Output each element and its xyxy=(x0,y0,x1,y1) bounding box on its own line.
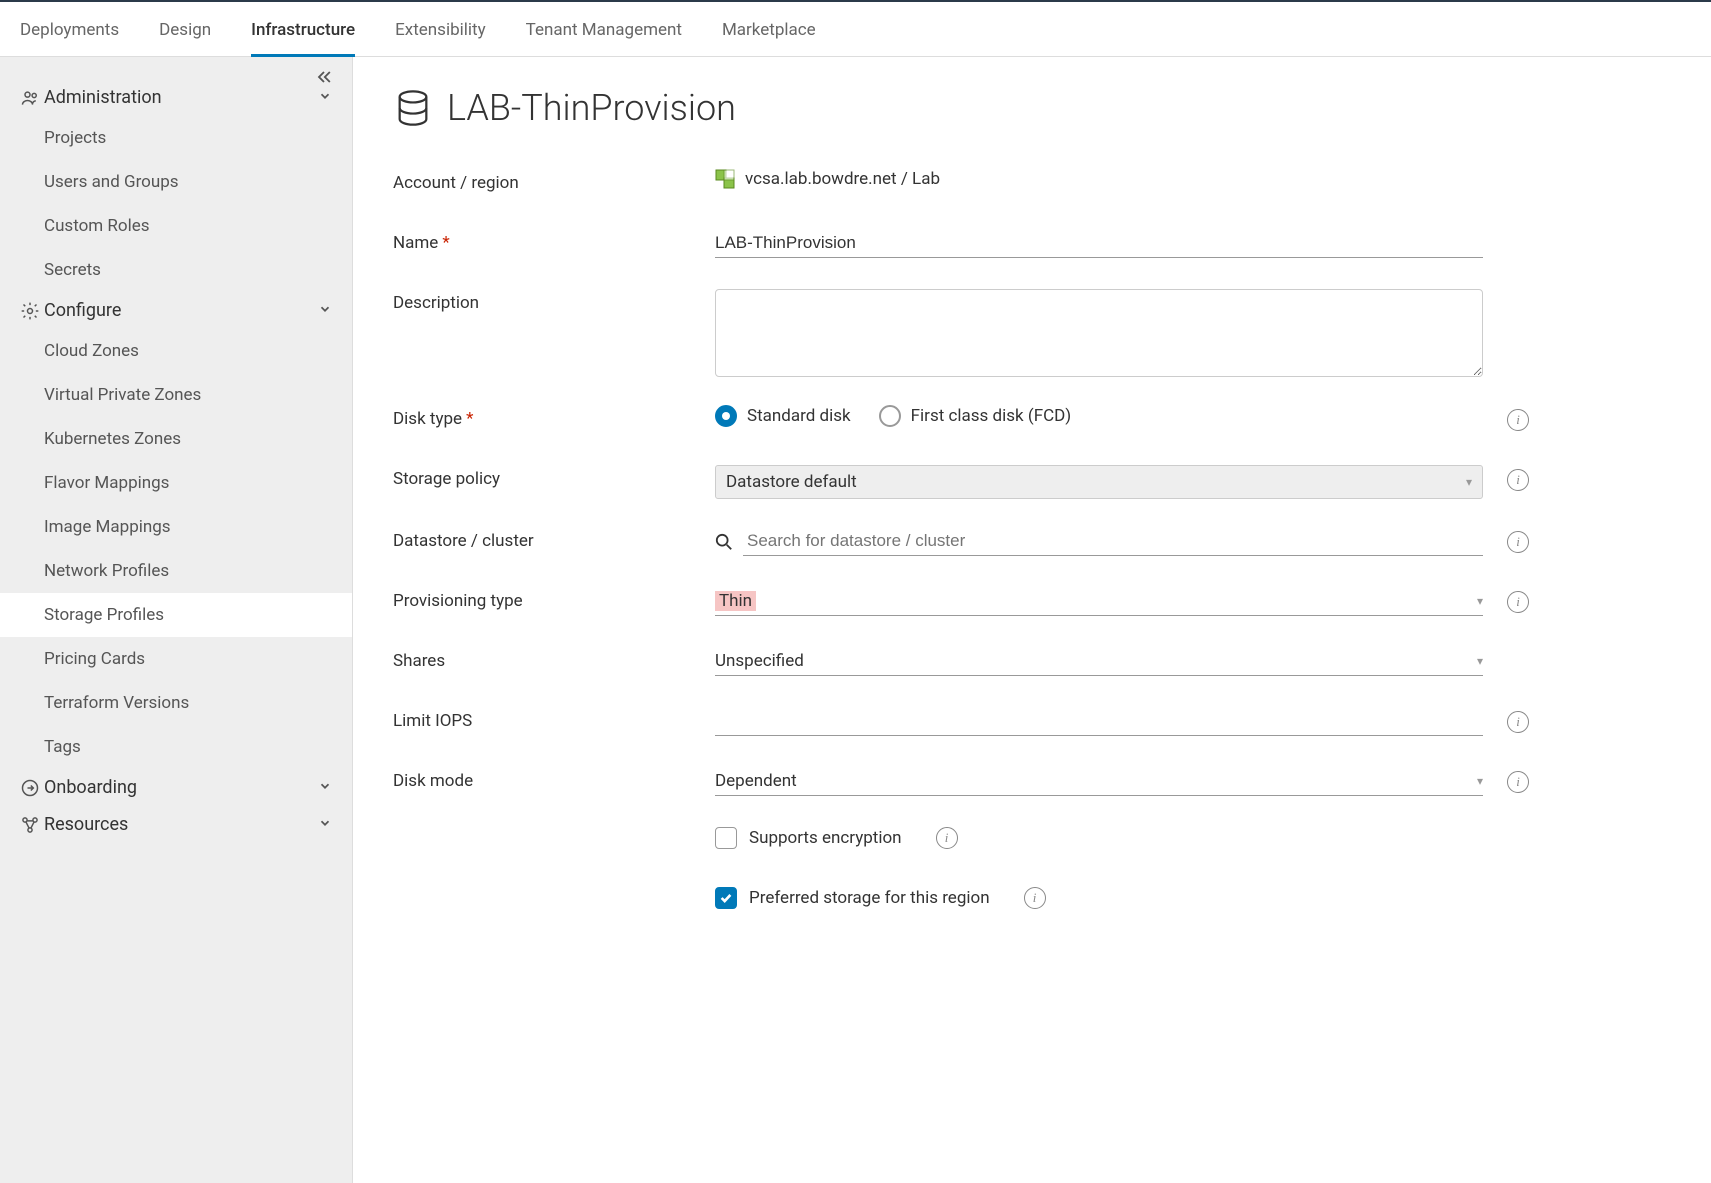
sidebar-item-flavor-mappings[interactable]: Flavor Mappings xyxy=(0,461,352,505)
page-header: LAB-ThinProvision xyxy=(393,87,1671,129)
search-icon xyxy=(715,533,733,551)
circle-arrow-icon xyxy=(20,778,44,798)
disk-mode-value: Dependent xyxy=(715,771,797,791)
chevron-right-icon xyxy=(318,816,332,834)
section-resources[interactable]: Resources xyxy=(0,806,352,843)
section-title: Configure xyxy=(44,300,318,321)
account-region-text: vcsa.lab.bowdre.net / Lab xyxy=(745,169,940,189)
required-asterisk: * xyxy=(442,233,449,253)
disk-type-radio-0[interactable]: Standard disk xyxy=(715,405,851,427)
disk-type-radio-group: Standard disk First class disk (FCD) xyxy=(715,405,1071,427)
label-description: Description xyxy=(393,289,715,313)
label-prov-type: Provisioning type xyxy=(393,587,715,611)
chevron-down-icon: ▾ xyxy=(1477,654,1483,668)
sidebar-item-tags[interactable]: Tags xyxy=(0,725,352,769)
radio-dot xyxy=(879,405,901,427)
info-icon[interactable]: i xyxy=(1507,591,1529,613)
description-textarea[interactable] xyxy=(715,289,1483,377)
shares-value: Unspecified xyxy=(715,651,804,671)
name-input[interactable] xyxy=(715,229,1483,258)
sidebar-item-projects[interactable]: Projects xyxy=(0,116,352,160)
prov-type-select[interactable]: Thin ▾ xyxy=(715,587,1483,616)
preferred-storage-label: Preferred storage for this region xyxy=(749,888,990,908)
layout: Administration ProjectsUsers and GroupsCu… xyxy=(0,57,1711,1183)
prov-type-value: Thin xyxy=(715,591,756,611)
info-icon[interactable]: i xyxy=(1507,711,1529,733)
info-icon[interactable]: i xyxy=(936,827,958,849)
sidebar-item-users-and-groups[interactable]: Users and Groups xyxy=(0,160,352,204)
label-disk-type: Disk type xyxy=(393,409,462,429)
sidebar-item-storage-profiles[interactable]: Storage Profiles xyxy=(0,593,352,637)
chevron-down-icon: ▾ xyxy=(1466,475,1472,489)
radio-label: Standard disk xyxy=(747,406,851,426)
chevron-down-icon: ▾ xyxy=(1477,774,1483,788)
gear-icon xyxy=(20,301,44,321)
label-name: Name xyxy=(393,233,438,253)
radio-label: First class disk (FCD) xyxy=(911,406,1072,426)
sidebar-item-cloud-zones[interactable]: Cloud Zones xyxy=(0,329,352,373)
section-administration[interactable]: Administration xyxy=(0,79,352,116)
section-title: Onboarding xyxy=(44,777,318,798)
value-account-region: vcsa.lab.bowdre.net / Lab xyxy=(715,169,1483,189)
collapse-sidebar-icon[interactable] xyxy=(314,67,334,92)
top-tab-bar: Deployments Design Infrastructure Extensibi… xyxy=(0,0,1711,57)
info-icon[interactable]: i xyxy=(1507,771,1529,793)
top-tab-extensibility[interactable]: Extensibility xyxy=(395,2,486,57)
sidebar-item-pricing-cards[interactable]: Pricing Cards xyxy=(0,637,352,681)
limit-iops-input[interactable] xyxy=(715,707,1483,736)
section-title: Resources xyxy=(44,814,318,835)
section-configure[interactable]: Configure xyxy=(0,292,352,329)
chevron-right-icon xyxy=(318,779,332,797)
disk-mode-select[interactable]: Dependent ▾ xyxy=(715,767,1483,796)
storage-profile-icon xyxy=(393,88,433,128)
nodes-icon xyxy=(20,815,44,835)
label-shares: Shares xyxy=(393,647,715,671)
datastore-search-input[interactable] xyxy=(743,527,1483,556)
sidebar: Administration ProjectsUsers and GroupsCu… xyxy=(0,57,353,1183)
top-tab-deployments[interactable]: Deployments xyxy=(20,2,119,57)
section-onboarding[interactable]: Onboarding xyxy=(0,769,352,806)
top-tab-tenant-management[interactable]: Tenant Management xyxy=(526,2,682,57)
info-icon[interactable]: i xyxy=(1507,531,1529,553)
radio-dot xyxy=(715,405,737,427)
label-account-region: Account / region xyxy=(393,169,715,193)
top-tab-design[interactable]: Design xyxy=(159,2,211,57)
sidebar-item-kubernetes-zones[interactable]: Kubernetes Zones xyxy=(0,417,352,461)
sidebar-item-terraform-versions[interactable]: Terraform Versions xyxy=(0,681,352,725)
supports-encryption-checkbox[interactable] xyxy=(715,827,737,849)
label-disk-mode: Disk mode xyxy=(393,767,715,791)
top-tab-infrastructure[interactable]: Infrastructure xyxy=(251,2,355,57)
info-icon[interactable]: i xyxy=(1507,469,1529,491)
sidebar-item-image-mappings[interactable]: Image Mappings xyxy=(0,505,352,549)
shares-select[interactable]: Unspecified ▾ xyxy=(715,647,1483,676)
info-icon[interactable]: i xyxy=(1507,409,1529,431)
users-icon xyxy=(20,88,44,108)
label-limit-iops: Limit IOPS xyxy=(393,707,715,731)
info-icon[interactable]: i xyxy=(1024,887,1046,909)
sidebar-item-secrets[interactable]: Secrets xyxy=(0,248,352,292)
chevron-down-icon xyxy=(318,302,332,320)
chevron-down-icon: ▾ xyxy=(1477,594,1483,608)
storage-policy-value: Datastore default xyxy=(726,472,857,492)
section-title: Administration xyxy=(44,87,318,108)
sidebar-item-custom-roles[interactable]: Custom Roles xyxy=(0,204,352,248)
supports-encryption-label: Supports encryption xyxy=(749,828,902,848)
main-content: LAB-ThinProvision Account / region vcsa.… xyxy=(353,57,1711,1183)
label-storage-policy: Storage policy xyxy=(393,465,715,489)
vcenter-icon xyxy=(715,169,735,189)
preferred-storage-checkbox[interactable] xyxy=(715,887,737,909)
top-tab-marketplace[interactable]: Marketplace xyxy=(722,2,816,57)
label-datastore: Datastore / cluster xyxy=(393,527,715,551)
sidebar-item-virtual-private-zones[interactable]: Virtual Private Zones xyxy=(0,373,352,417)
required-asterisk: * xyxy=(466,409,473,429)
page-title: LAB-ThinProvision xyxy=(447,87,736,129)
storage-policy-select[interactable]: Datastore default ▾ xyxy=(715,465,1483,499)
disk-type-radio-1[interactable]: First class disk (FCD) xyxy=(879,405,1072,427)
sidebar-item-network-profiles[interactable]: Network Profiles xyxy=(0,549,352,593)
